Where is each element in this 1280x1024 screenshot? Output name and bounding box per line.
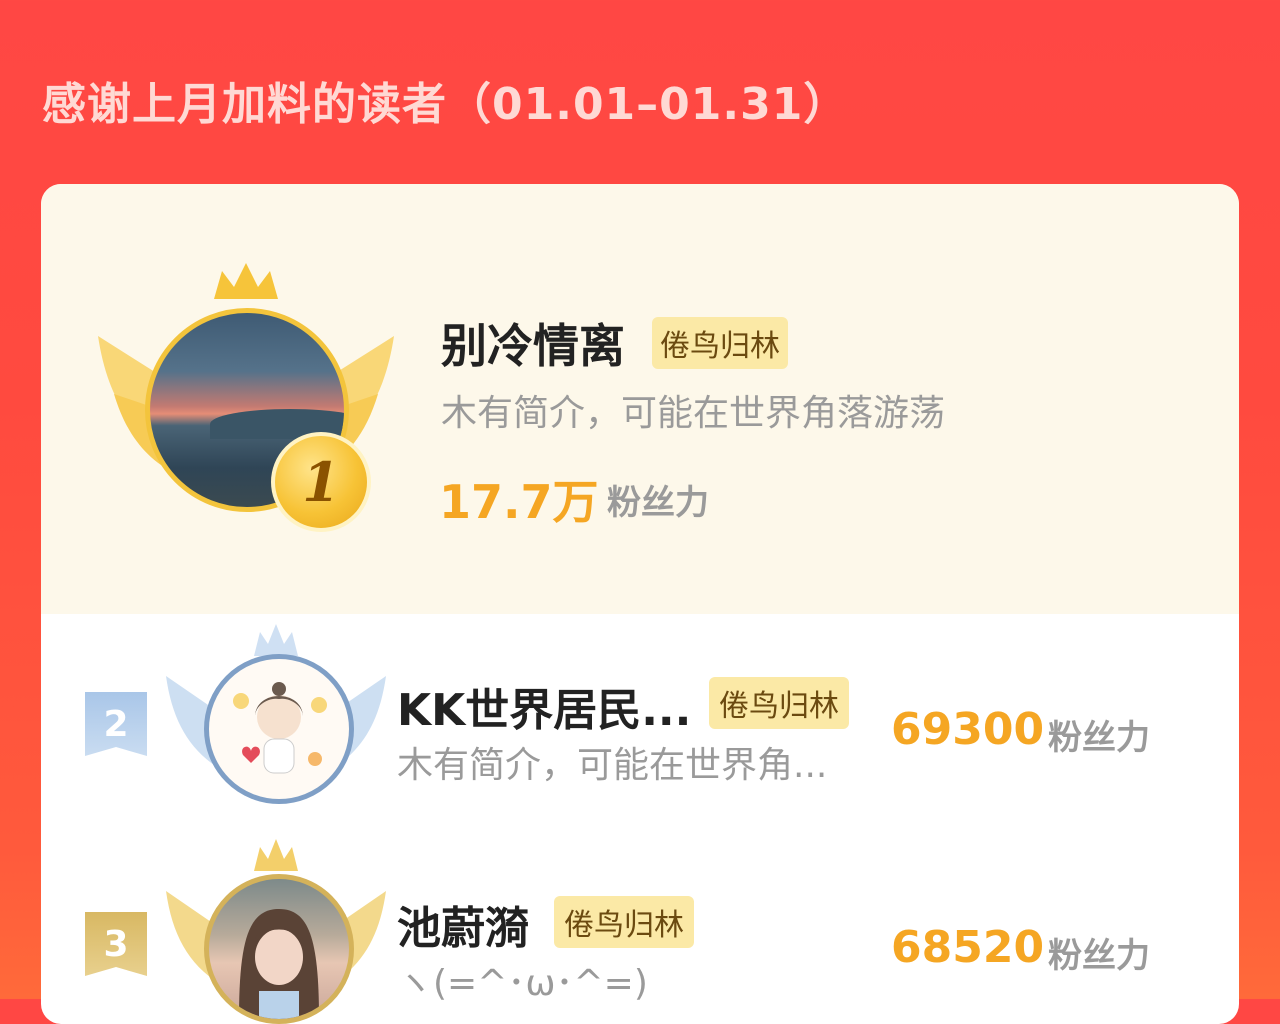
user-tag: 倦鸟归林 <box>709 677 849 729</box>
avatar[interactable] <box>204 654 354 804</box>
user-bio: 木有简介，可能在世界角落游荡 <box>441 393 946 434</box>
fans-value: 17.7万 <box>439 475 599 529</box>
user-name[interactable]: 别冷情离 <box>441 310 625 376</box>
user-tag: 倦鸟归林 <box>652 317 788 369</box>
leaderboard-card: 1 别冷情离 倦鸟归林 木有简介，可能在世界角落游荡 17.7万 粉丝力 2 K… <box>41 184 1239 1024</box>
rank-2-flag: 2 <box>85 692 147 756</box>
user-bio: 木有简介，可能在世界角... <box>397 745 828 786</box>
user-bio: ヽ(=^･ω･^=) <box>397 963 648 1004</box>
avatar[interactable] <box>204 874 354 1024</box>
fans-label: 粉丝力 <box>1048 936 1150 976</box>
fans-label: 粉丝力 <box>607 483 709 523</box>
rank-1-medal: 1 <box>271 432 371 532</box>
rank-number: 2 <box>103 703 129 745</box>
fans-value: 69300 <box>891 704 1045 755</box>
cartoon-girl-icon <box>233 682 327 774</box>
rank-3-flag: 3 <box>85 912 147 976</box>
portrait-photo-icon <box>239 909 319 1019</box>
user-name[interactable]: 池蔚漪 <box>397 892 529 956</box>
fans-label: 粉丝力 <box>1048 718 1150 758</box>
fans-value: 68520 <box>891 922 1045 973</box>
user-name[interactable]: KK世界居民... <box>397 674 691 738</box>
rank-number: 3 <box>103 923 129 965</box>
rank-1-item[interactable]: 1 别冷情离 倦鸟归林 木有简介，可能在世界角落游荡 17.7万 粉丝力 <box>41 184 1239 614</box>
rank-number: 1 <box>302 450 340 514</box>
page-title: 感谢上月加料的读者（01.01–01.31） <box>42 79 849 130</box>
user-tag: 倦鸟归林 <box>554 896 694 948</box>
